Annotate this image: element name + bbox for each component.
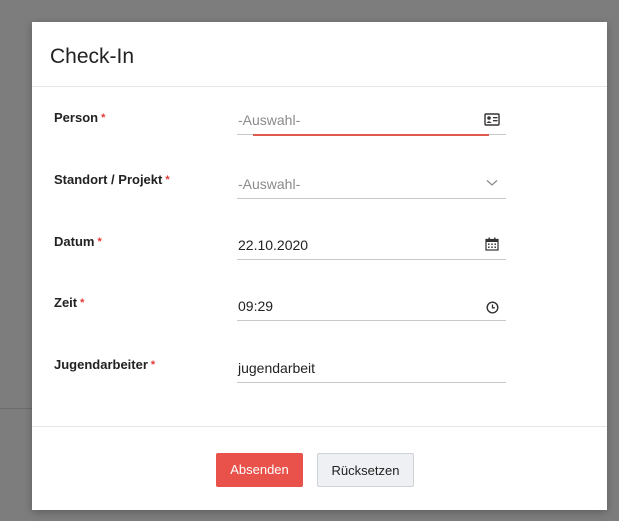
chevron-down-icon[interactable] [484,175,500,191]
dialog-footer: Absenden Rücksetzen [32,426,607,511]
jugendarbeiter-label: Jugendarbeiter * [54,357,156,372]
submit-button[interactable]: Absenden [216,453,303,487]
standort-label: Standort / Projekt * [54,172,170,187]
standort-select[interactable]: -Auswahl- [237,172,506,199]
zeit-input[interactable]: 09:29 [237,294,506,321]
required-marker: * [150,359,156,371]
focus-underline [253,134,489,136]
backdrop-divider [0,408,32,409]
person-select[interactable]: -Auswahl- [237,108,506,136]
dialog-title: Check-In [50,45,135,68]
calendar-icon[interactable] [484,236,500,252]
person-label: Person * [54,110,106,125]
standort-row: Standort / Projekt * -Auswahl- [32,172,607,212]
check-in-dialog: Check-In Person * -Auswahl- Standort / Pr… [32,22,607,510]
person-row: Person * -Auswahl- [32,110,607,150]
person-select-value: -Auswahl- [238,112,301,128]
required-marker: * [101,112,106,124]
required-marker: * [80,297,85,309]
required-marker: * [97,236,102,248]
dialog-header: Check-In [32,22,607,87]
required-marker: * [165,174,170,186]
zeit-input-value: 09:29 [238,298,274,314]
standort-select-value: -Auswahl- [238,176,301,192]
datum-input[interactable]: 22.10.2020 [237,233,506,260]
datum-input-value: 22.10.2020 [238,237,309,253]
datum-label: Datum * [54,234,102,249]
clock-icon[interactable] [484,299,500,315]
jugendarbeiter-row: Jugendarbeiter * jugendarbeit [32,357,607,397]
zeit-row: Zeit * 09:29 [32,295,607,335]
zeit-label: Zeit * [54,295,85,310]
jugendarbeiter-input-value: jugendarbeit [238,360,316,376]
datum-row: Datum * 22.10.2020 [32,234,607,274]
contact-card-icon[interactable] [484,111,500,127]
reset-button[interactable]: Rücksetzen [317,453,414,487]
jugendarbeiter-input[interactable]: jugendarbeit [237,356,506,383]
